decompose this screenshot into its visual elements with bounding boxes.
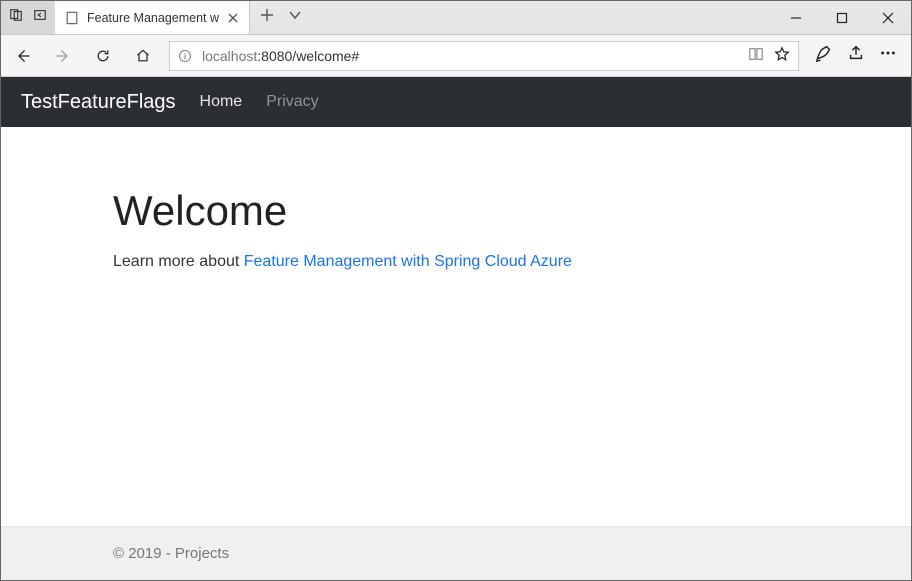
address-bar: localhost:8080/welcome# [1, 35, 911, 77]
reading-view-icon[interactable] [748, 46, 764, 65]
window-title-bar: Feature Management w [1, 1, 911, 35]
footer-text: © 2019 - Projects [113, 545, 229, 562]
notes-icon[interactable] [815, 44, 833, 67]
favorite-star-icon[interactable] [774, 46, 790, 65]
page-main-content: Welcome Learn more about Feature Managem… [1, 127, 911, 526]
page-footer: © 2019 - Projects [1, 526, 911, 580]
lead-text: Learn more about [113, 253, 244, 270]
tab-actions-icon[interactable] [9, 8, 23, 27]
lead-link[interactable]: Feature Management with Spring Cloud Azu… [244, 253, 572, 270]
close-window-button[interactable] [865, 1, 911, 35]
maximize-button[interactable] [819, 1, 865, 35]
url-field[interactable]: localhost:8080/welcome# [169, 41, 799, 71]
tab-preview-chevron-icon[interactable] [288, 8, 302, 27]
new-tab-icon[interactable] [260, 8, 274, 27]
site-info-icon[interactable] [178, 49, 192, 63]
set-aside-tabs-icon[interactable] [33, 8, 47, 27]
browser-tab[interactable]: Feature Management w [55, 1, 250, 34]
site-brand[interactable]: TestFeatureFlags [21, 91, 176, 114]
url-host: localhost [202, 48, 257, 64]
title-bar-drag-area [312, 1, 773, 34]
toolbar-right-group [811, 44, 903, 67]
title-bar-left-icons [1, 1, 55, 34]
site-navbar: TestFeatureFlags Home Privacy [1, 77, 911, 127]
page-icon [65, 11, 79, 25]
forward-button[interactable] [49, 48, 77, 64]
share-icon[interactable] [847, 44, 865, 67]
browser-tab-title: Feature Management w [87, 11, 219, 25]
tab-strip-actions [250, 1, 312, 34]
refresh-button[interactable] [89, 48, 117, 64]
url-text: localhost:8080/welcome# [202, 48, 738, 64]
window-controls [773, 1, 911, 34]
minimize-button[interactable] [773, 1, 819, 35]
back-button[interactable] [9, 48, 37, 64]
nav-link-privacy[interactable]: Privacy [266, 93, 318, 111]
home-button[interactable] [129, 48, 157, 64]
more-menu-icon[interactable] [879, 44, 897, 67]
lead-paragraph: Learn more about Feature Management with… [113, 253, 799, 271]
close-tab-icon[interactable] [227, 12, 239, 24]
nav-link-home[interactable]: Home [200, 93, 243, 111]
url-path: :8080/welcome# [257, 48, 359, 64]
page-title: Welcome [113, 187, 799, 235]
